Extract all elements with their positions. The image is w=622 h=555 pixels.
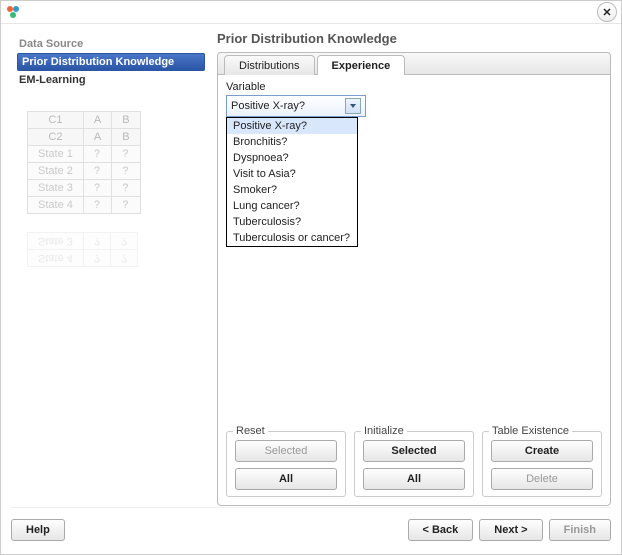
variable-label: Variable [226,81,602,93]
initialize-selected-button[interactable]: Selected [363,440,465,462]
group-initialize-legend: Initialize [361,425,407,437]
variable-option[interactable]: Bronchitis? [227,134,357,150]
titlebar: ✕ [1,1,621,24]
group-existence-legend: Table Existence [489,425,572,437]
variable-select[interactable]: Positive X-ray? [226,95,366,117]
create-table-button[interactable]: Create [491,440,593,462]
variable-option[interactable]: Dyspnoea? [227,150,357,166]
variable-select-value: Positive X-ray? [231,100,305,112]
tabbar: Distributions Experience [217,52,611,74]
variable-option[interactable]: Tuberculosis or cancer? [227,230,357,246]
variable-option[interactable]: Smoker? [227,182,357,198]
help-button[interactable]: Help [11,519,65,541]
reset-all-button[interactable]: All [235,468,337,490]
variable-option[interactable]: Lung cancer? [227,198,357,214]
reset-selected-button[interactable]: Selected [235,440,337,462]
delete-table-button[interactable]: Delete [491,468,593,490]
tab-distributions[interactable]: Distributions [224,55,315,75]
page-title: Prior Distribution Knowledge [217,31,611,46]
chevron-down-icon [345,98,361,114]
variable-option[interactable]: Positive X-ray? [227,118,357,134]
group-reset: Reset Selected All [226,431,346,497]
step-data-source[interactable]: Data Source [17,35,205,53]
step-prior-distribution[interactable]: Prior Distribution Knowledge [17,53,205,71]
close-button[interactable]: ✕ [597,2,617,22]
back-button[interactable]: < Back [408,519,474,541]
variable-option[interactable]: Tuberculosis? [227,214,357,230]
sidebar-illustration: C1AB C2AB State 1?? State 2?? State 3?? … [17,111,207,341]
finish-button[interactable]: Finish [549,519,611,541]
group-reset-legend: Reset [233,425,268,437]
variable-dropdown[interactable]: Positive X-ray? Bronchitis? Dyspnoea? Vi… [226,117,358,247]
tab-experience[interactable]: Experience [317,55,406,75]
variable-option[interactable]: Visit to Asia? [227,166,357,182]
app-icon [5,4,21,20]
next-button[interactable]: Next > [479,519,542,541]
wizard-steps-sidebar: Data Source Prior Distribution Knowledge… [11,31,211,506]
wizard-footer: Help < Back Next > Finish [11,507,611,546]
wizard-window: ✕ Data Source Prior Distribution Knowled… [0,0,622,555]
tab-body-experience: Variable Positive X-ray? Positive X-ray?… [217,74,611,506]
initialize-all-button[interactable]: All [363,468,465,490]
group-table-existence: Table Existence Create Delete [482,431,602,497]
group-initialize: Initialize Selected All [354,431,474,497]
step-em-learning[interactable]: EM-Learning [17,71,205,89]
